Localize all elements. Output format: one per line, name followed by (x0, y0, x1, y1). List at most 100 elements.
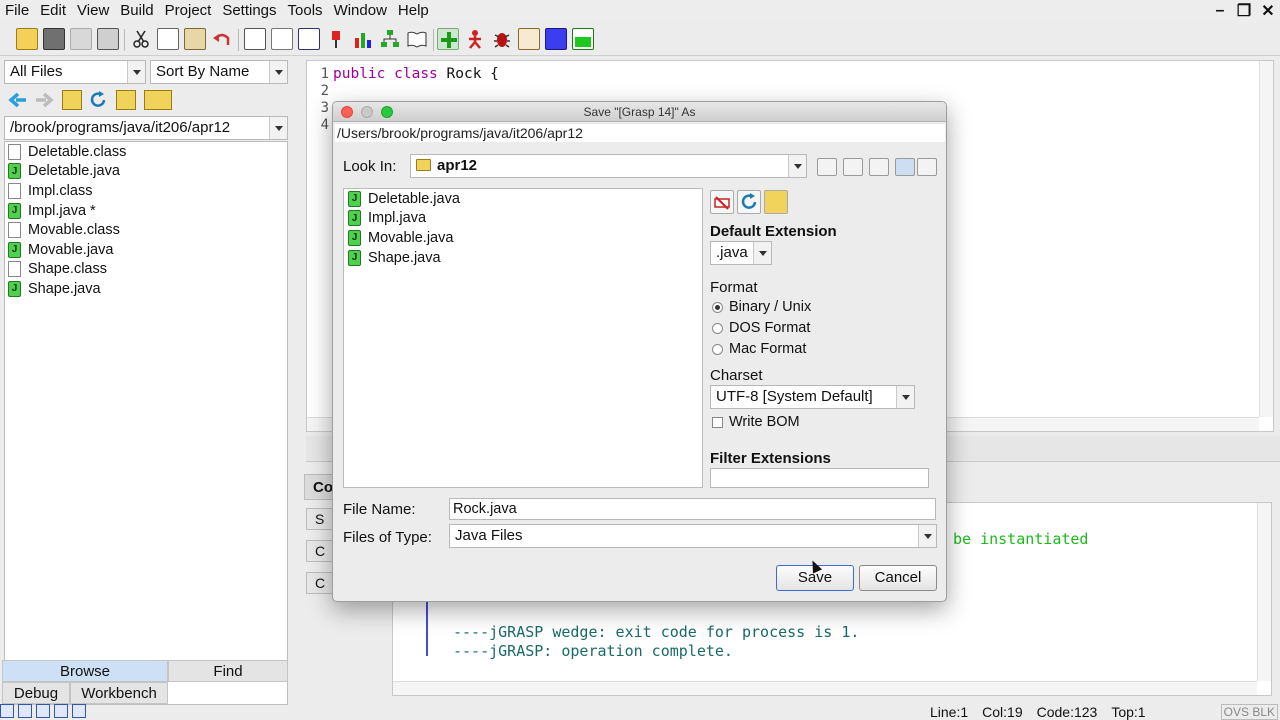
list-item[interactable]: J Movable.java (5, 240, 287, 260)
refresh-icon[interactable] (737, 190, 761, 214)
cancel-button[interactable]: Cancel (859, 565, 937, 591)
undo-icon[interactable] (211, 28, 233, 50)
menu-tools[interactable]: Tools (283, 0, 329, 22)
save-icon[interactable] (43, 28, 65, 50)
chevron-down-icon[interactable] (918, 525, 936, 547)
run-icon[interactable] (464, 28, 486, 50)
minimize-icon[interactable]: – (1208, 0, 1232, 22)
chevron-down-icon[interactable] (896, 386, 914, 408)
green-panel-icon[interactable] (572, 28, 594, 50)
menu-settings[interactable]: Settings (217, 0, 282, 22)
filter-extensions-input[interactable] (710, 468, 929, 488)
tab-browse[interactable]: Browse (2, 660, 168, 682)
menu-file[interactable]: File (0, 0, 35, 22)
list-item[interactable]: J Shape.java (5, 279, 287, 299)
charset-combo[interactable]: UTF-8 [System Default] (710, 385, 915, 409)
menu-project[interactable]: Project (160, 0, 218, 22)
menu-window[interactable]: Window (329, 0, 393, 22)
copy-icon[interactable] (157, 28, 179, 50)
file-filter-combo[interactable]: All Files (4, 60, 146, 84)
presentation-icon[interactable] (518, 28, 540, 50)
look-in-combo[interactable]: apr12 (410, 154, 807, 178)
pin-icon[interactable] (325, 28, 347, 50)
restore-icon[interactable]: ❐ (1232, 0, 1256, 22)
tab-find[interactable]: Find (168, 660, 288, 682)
tab-workbench[interactable]: Workbench (70, 682, 168, 704)
format-mac-radio[interactable]: Mac Format (712, 341, 806, 357)
cut-icon[interactable] (130, 28, 152, 50)
zoom-icon[interactable] (381, 106, 393, 118)
chevron-down-icon[interactable] (269, 61, 287, 83)
details-view-icon[interactable] (917, 158, 937, 176)
forward-arrow-icon[interactable] (34, 90, 54, 110)
file-name-input[interactable]: Rock.java (449, 498, 936, 520)
path-combo[interactable]: /brook/programs/java/it206/apr12 (4, 116, 288, 140)
list-item[interactable]: J Impl.java (344, 209, 702, 229)
home-folder-icon[interactable] (62, 90, 82, 110)
close-icon[interactable] (341, 106, 353, 118)
list-item[interactable]: J Movable.java (344, 228, 702, 248)
layout-icon[interactable] (36, 704, 50, 718)
new-folder-icon[interactable] (869, 158, 889, 176)
console-vertical-scrollbar[interactable] (1257, 503, 1271, 681)
back-arrow-icon[interactable] (8, 90, 28, 110)
layout-icon[interactable] (54, 704, 68, 718)
book-icon[interactable] (406, 28, 428, 50)
default-extension-combo[interactable]: .java (710, 241, 772, 265)
layout-icon[interactable] (72, 704, 86, 718)
print-icon[interactable] (97, 28, 119, 50)
chevron-down-icon[interactable] (127, 61, 145, 83)
blue-square-icon[interactable] (545, 28, 567, 50)
new-file-icon[interactable] (271, 28, 293, 50)
debug-icon[interactable] (491, 28, 513, 50)
menu-view[interactable]: View (72, 0, 115, 22)
write-bom-checkbox[interactable]: Write BOM (712, 414, 800, 430)
layout-icon[interactable] (18, 704, 32, 718)
chevron-down-icon[interactable] (269, 117, 287, 139)
list-view-icon[interactable] (895, 158, 915, 176)
list-item[interactable]: Deletable.class (5, 142, 287, 162)
dialog-file-list[interactable]: J Deletable.java J Impl.java J Movable.java… (343, 188, 703, 488)
menu-help[interactable]: Help (393, 0, 435, 22)
list-item[interactable]: J Impl.java * (5, 201, 287, 221)
file-list[interactable]: Deletable.class J Deletable.java Impl.cla… (4, 141, 288, 705)
bar-chart-icon[interactable] (352, 28, 374, 50)
chevron-down-icon[interactable] (753, 242, 771, 264)
list-item[interactable]: J Deletable.java (5, 162, 287, 182)
delete-icon[interactable] (710, 190, 734, 214)
sort-combo[interactable]: Sort By Name (150, 60, 288, 84)
layout-icon[interactable] (0, 704, 14, 718)
dialog-title-bar[interactable]: Save "[Grasp 14]" As (333, 102, 946, 122)
format-binary-unix-radio[interactable]: Binary / Unix (712, 299, 811, 315)
list-item[interactable]: Impl.class (5, 181, 287, 201)
list-item[interactable]: Movable.class (5, 220, 287, 240)
minimize-icon[interactable] (361, 106, 373, 118)
files-of-type-combo[interactable]: Java Files (449, 524, 937, 548)
compile-icon[interactable] (437, 28, 459, 50)
page-icon[interactable] (298, 28, 320, 50)
bookmark-folder-icon[interactable] (764, 190, 788, 214)
list-item[interactable]: Shape.class (5, 260, 287, 280)
close-icon[interactable]: ✕ (1256, 0, 1280, 22)
menu-build[interactable]: Build (115, 0, 159, 22)
document-icon[interactable] (244, 28, 266, 50)
menu-edit[interactable]: Edit (35, 0, 72, 22)
code-text[interactable]: public class Rock { (333, 66, 499, 83)
format-dos-radio[interactable]: DOS Format (712, 320, 810, 336)
editor-vertical-scrollbar[interactable] (1259, 61, 1273, 417)
console-horizontal-scrollbar[interactable] (393, 681, 1257, 695)
open-folder-icon[interactable] (16, 28, 38, 50)
up-folder-icon[interactable] (817, 158, 837, 176)
tab-debug[interactable]: Debug (2, 682, 70, 704)
home-icon[interactable] (843, 158, 863, 176)
list-item[interactable]: J Shape.java (344, 248, 702, 268)
folder-icon[interactable] (116, 90, 136, 110)
folder-menu-icon[interactable] (144, 90, 172, 110)
paste-icon[interactable] (184, 28, 206, 50)
radio-label: Mac Format (729, 341, 807, 357)
hierarchy-icon[interactable] (379, 28, 401, 50)
chevron-down-icon[interactable] (788, 155, 806, 177)
list-item[interactable]: J Deletable.java (344, 189, 702, 209)
refresh-icon[interactable] (88, 90, 108, 110)
save-all-icon[interactable] (70, 28, 92, 50)
